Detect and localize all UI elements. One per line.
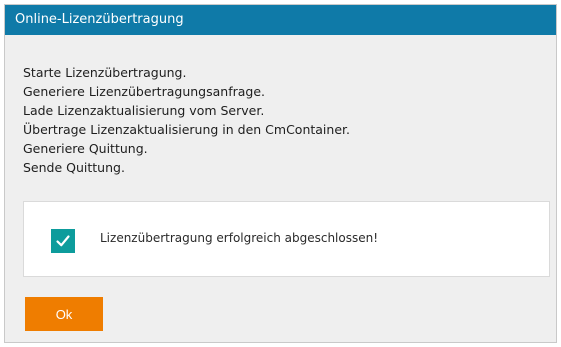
log-line: Übertrage Lizenzaktualisierung in den Cm…: [23, 122, 350, 137]
dialog-title: Online-Lizenzübertragung: [5, 5, 556, 35]
checkmark-icon: [51, 229, 75, 253]
ok-button[interactable]: Ok: [25, 297, 103, 331]
progress-log: Starte Lizenzübertragung. Generiere Lize…: [23, 63, 350, 177]
log-line: Sende Quittung.: [23, 160, 125, 175]
log-line: Lade Lizenzaktualisierung vom Server.: [23, 103, 265, 118]
log-line: Generiere Quittung.: [23, 141, 148, 156]
log-line: Starte Lizenzübertragung.: [23, 65, 187, 80]
license-transfer-dialog: Online-Lizenzübertragung Starte Lizenzüb…: [4, 4, 557, 343]
result-panel: Lizenzübertragung erfolgreich abgeschlos…: [23, 201, 550, 277]
log-line: Generiere Lizenzübertragungsanfrage.: [23, 84, 265, 99]
result-message: Lizenzübertragung erfolgreich abgeschlos…: [100, 231, 379, 245]
